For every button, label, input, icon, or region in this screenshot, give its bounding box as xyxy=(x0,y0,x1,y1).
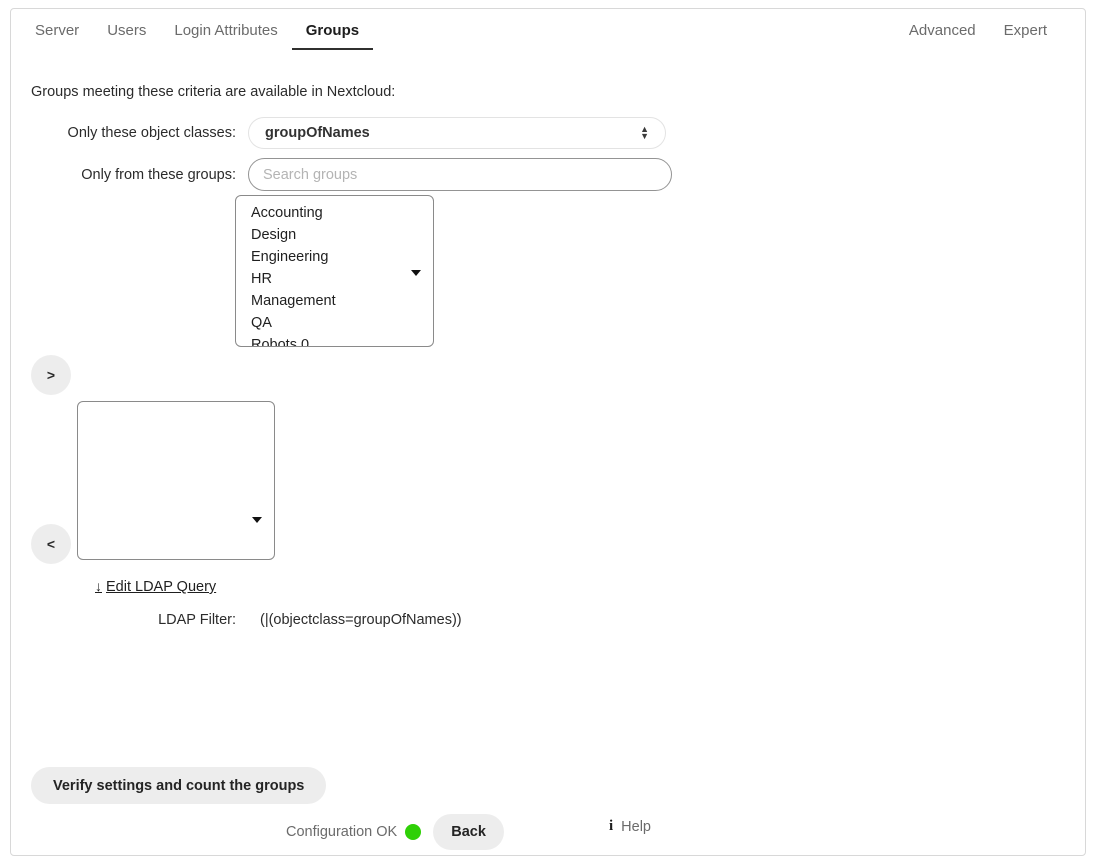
ldap-settings-panel: Server Users Login Attributes Groups Adv… xyxy=(10,8,1086,856)
list-item[interactable]: Accounting xyxy=(236,202,433,224)
tab-expert[interactable]: Expert xyxy=(990,17,1061,50)
groups-settings-content: Groups meeting these criteria are availa… xyxy=(11,54,1085,855)
list-item[interactable]: Management xyxy=(236,290,433,312)
arrow-down-icon: ↓ xyxy=(95,578,102,594)
move-left-button[interactable]: < xyxy=(31,524,71,564)
available-groups-options[interactable]: Accounting Design Engineering HR Managem… xyxy=(236,196,433,346)
status-area: Configuration OK Back xyxy=(286,814,504,850)
ldap-filter-row: LDAP Filter: (|(objectclass=groupOfNames… xyxy=(31,612,462,628)
selected-groups-listbox[interactable] xyxy=(77,401,275,560)
help-label: Help xyxy=(621,819,651,835)
tab-groups[interactable]: Groups xyxy=(292,17,373,50)
tab-login-attributes[interactable]: Login Attributes xyxy=(160,17,291,50)
ldap-filter-value: (|(objectclass=groupOfNames)) xyxy=(260,612,462,628)
tab-bar: Server Users Login Attributes Groups Adv… xyxy=(11,9,1085,54)
tab-users[interactable]: Users xyxy=(93,17,160,50)
move-right-button[interactable]: > xyxy=(31,355,71,395)
object-classes-row: Only these object classes: groupOfNames … xyxy=(31,117,671,149)
search-groups-label: Only from these groups: xyxy=(31,167,236,183)
intro-text: Groups meeting these criteria are availa… xyxy=(31,84,395,100)
updown-arrows-icon: ▲▼ xyxy=(640,126,649,140)
help-link[interactable]: i Help xyxy=(609,818,651,835)
chevron-down-icon xyxy=(252,517,262,523)
object-classes-label: Only these object classes: xyxy=(31,125,236,141)
search-groups-input[interactable] xyxy=(248,158,672,191)
list-item[interactable]: QA xyxy=(236,312,433,334)
tab-advanced[interactable]: Advanced xyxy=(895,17,990,50)
object-classes-value: groupOfNames xyxy=(265,125,640,141)
configuration-status-text: Configuration OK xyxy=(286,824,397,840)
edit-ldap-query-label: Edit LDAP Query xyxy=(106,579,216,595)
available-groups-listbox[interactable]: Accounting Design Engineering HR Managem… xyxy=(235,195,434,347)
status-badge xyxy=(405,824,421,840)
list-item[interactable]: HR xyxy=(236,268,433,290)
tabs-right-group: Advanced Expert xyxy=(895,17,1061,50)
chevron-down-icon xyxy=(411,270,421,276)
info-icon: i xyxy=(609,818,613,835)
tabs-left-group: Server Users Login Attributes Groups xyxy=(21,17,373,50)
tab-server[interactable]: Server xyxy=(21,17,93,50)
verify-settings-button[interactable]: Verify settings and count the groups xyxy=(31,767,326,804)
list-item[interactable]: Robots 0 xyxy=(236,334,433,347)
search-groups-row: Only from these groups: xyxy=(31,158,691,191)
list-item[interactable]: Engineering xyxy=(236,246,433,268)
ldap-filter-label: LDAP Filter: xyxy=(31,612,236,628)
back-button[interactable]: Back xyxy=(433,814,504,850)
object-classes-select[interactable]: groupOfNames ▲▼ xyxy=(248,117,666,149)
list-item[interactable]: Design xyxy=(236,224,433,246)
edit-ldap-query-link[interactable]: ↓Edit LDAP Query xyxy=(95,578,216,595)
selected-groups-options[interactable] xyxy=(78,402,274,559)
